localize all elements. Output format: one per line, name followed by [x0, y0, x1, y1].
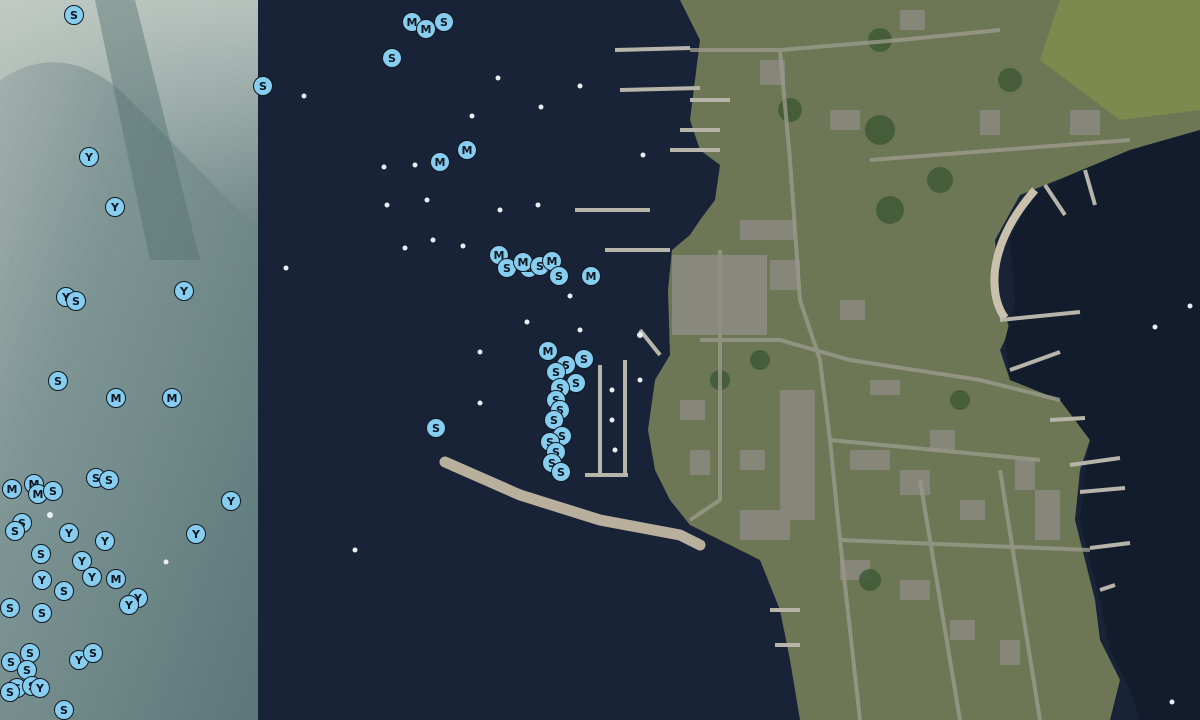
map-marker-m[interactable]: M [457, 140, 477, 160]
map-marker-m[interactable]: M [106, 569, 126, 589]
map-marker-m[interactable]: M [2, 479, 22, 499]
map-marker-y[interactable]: Y [59, 523, 79, 543]
map-marker-s[interactable]: S [426, 418, 446, 438]
map-marker-y[interactable]: Y [32, 570, 52, 590]
map-marker-s[interactable]: S [32, 603, 52, 623]
map-marker-y[interactable]: Y [82, 567, 102, 587]
map-marker-m[interactable]: M [416, 19, 436, 39]
map-marker-y[interactable]: Y [30, 678, 50, 698]
map-marker-y[interactable]: Y [174, 281, 194, 301]
satellite-imagery [0, 0, 1200, 720]
map-marker-y[interactable]: Y [119, 595, 139, 615]
map-marker-s[interactable]: S [48, 371, 68, 391]
map-marker-s[interactable]: S [66, 291, 86, 311]
map-marker-s[interactable]: S [382, 48, 402, 68]
map-marker-y[interactable]: Y [221, 491, 241, 511]
map-marker-m[interactable]: M [538, 341, 558, 361]
map-marker-s[interactable]: S [99, 470, 119, 490]
map-marker-m[interactable]: M [430, 152, 450, 172]
map-marker-s[interactable]: S [64, 5, 84, 25]
map-marker-s[interactable]: S [54, 581, 74, 601]
map-marker-s[interactable]: S [0, 598, 20, 618]
map-marker-m[interactable]: M [581, 266, 601, 286]
map-marker-m[interactable]: M [106, 388, 126, 408]
map-marker-s[interactable]: S [43, 481, 63, 501]
map-marker-s[interactable]: S [83, 643, 103, 663]
map-marker-y[interactable]: Y [79, 147, 99, 167]
map-marker-s[interactable]: S [253, 76, 273, 96]
map-marker-s[interactable]: S [54, 700, 74, 720]
map-marker-y[interactable]: Y [186, 524, 206, 544]
parking-lot [672, 255, 767, 335]
map-marker-s[interactable]: S [551, 462, 571, 482]
map-marker-y[interactable]: Y [95, 531, 115, 551]
map-marker-s[interactable]: S [549, 266, 569, 286]
map-marker-s[interactable]: S [5, 521, 25, 541]
map-marker-s[interactable]: S [0, 682, 20, 702]
map-marker-s[interactable]: S [31, 544, 51, 564]
map-marker-m[interactable]: M [162, 388, 182, 408]
map-marker-s[interactable]: S [434, 12, 454, 32]
map-view[interactable]: SSYYYYSSMMMMMSSSYSSYYYSYYSYMYYSSSSSYSSSS… [0, 0, 1200, 720]
map-marker-y[interactable]: Y [105, 197, 125, 217]
map-marker-s[interactable]: S [574, 349, 594, 369]
